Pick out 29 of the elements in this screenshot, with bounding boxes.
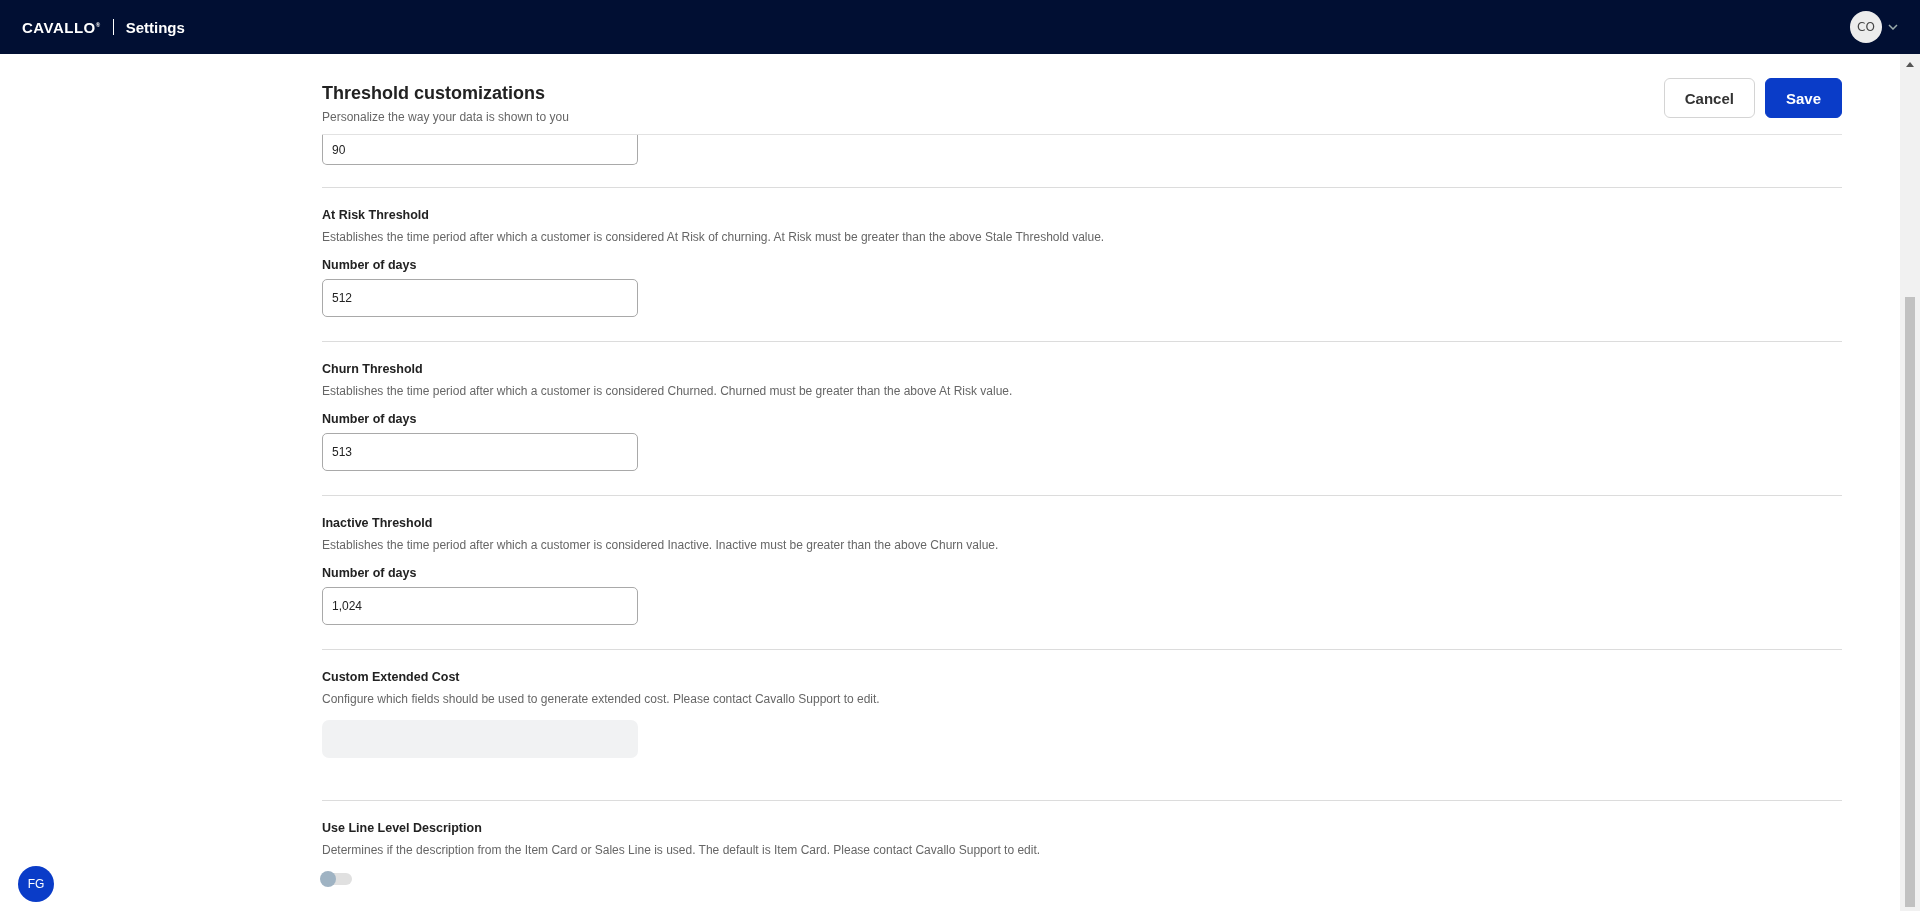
scrollbar[interactable]: [1900, 54, 1920, 911]
section-description: Establishes the time period after which a customer is considered Inactive. Inactive must be greater than the above Churn value.: [322, 538, 1000, 552]
number-input[interactable]: 513: [322, 433, 638, 471]
section-description: Establishes the time period after which a customer is considered At Risk of churning. At Risk must be greater than the above Stale Threshold value.: [322, 230, 1106, 244]
page-subtitle: Personalize the way your data is shown to you: [322, 110, 570, 124]
section-description: Configure which fields should be used to generate extended cost. Please contact Cavallo Support to edit.: [322, 692, 881, 706]
section-title: Custom Extended Cost: [322, 670, 461, 684]
field-label: Number of days: [322, 566, 418, 580]
toggle-switch[interactable]: [322, 873, 352, 885]
section-title: Churn Threshold: [322, 362, 424, 376]
field-label: Number of days: [322, 412, 418, 426]
section-description: Establishes the time period after which a customer is considered Churned. Churned must be greater than the above At Risk value.: [322, 384, 1014, 398]
cancel-button[interactable]: Cancel: [1663, 78, 1755, 118]
scroll-up-arrow-icon[interactable]: [1906, 62, 1914, 67]
field-label: Number of days: [322, 258, 418, 272]
number-input[interactable]: 1,024: [322, 587, 638, 625]
logo: CAVALLO$^{®}$: [22, 18, 101, 36]
chevron-down-icon[interactable]: [1888, 24, 1898, 30]
app-title: Settings: [125, 18, 185, 36]
number-input[interactable]: 90: [322, 135, 638, 165]
number-input[interactable]: 512: [322, 279, 638, 317]
section-title: Inactive Threshold: [322, 516, 434, 530]
user-avatar[interactable]: CO: [1850, 11, 1882, 43]
section-description: Determines if the description from the Item Card or Sales Line is used. The default is Item Card. Please contact Cavallo Support to edit.: [322, 843, 1042, 857]
section-title: At Risk Threshold: [322, 208, 430, 222]
save-button[interactable]: Save: [1764, 78, 1842, 118]
section-title: Use Line Level Description: [322, 821, 483, 835]
user-avatar[interactable]: FG: [18, 866, 54, 902]
page-title: Threshold customizations: [322, 83, 547, 104]
